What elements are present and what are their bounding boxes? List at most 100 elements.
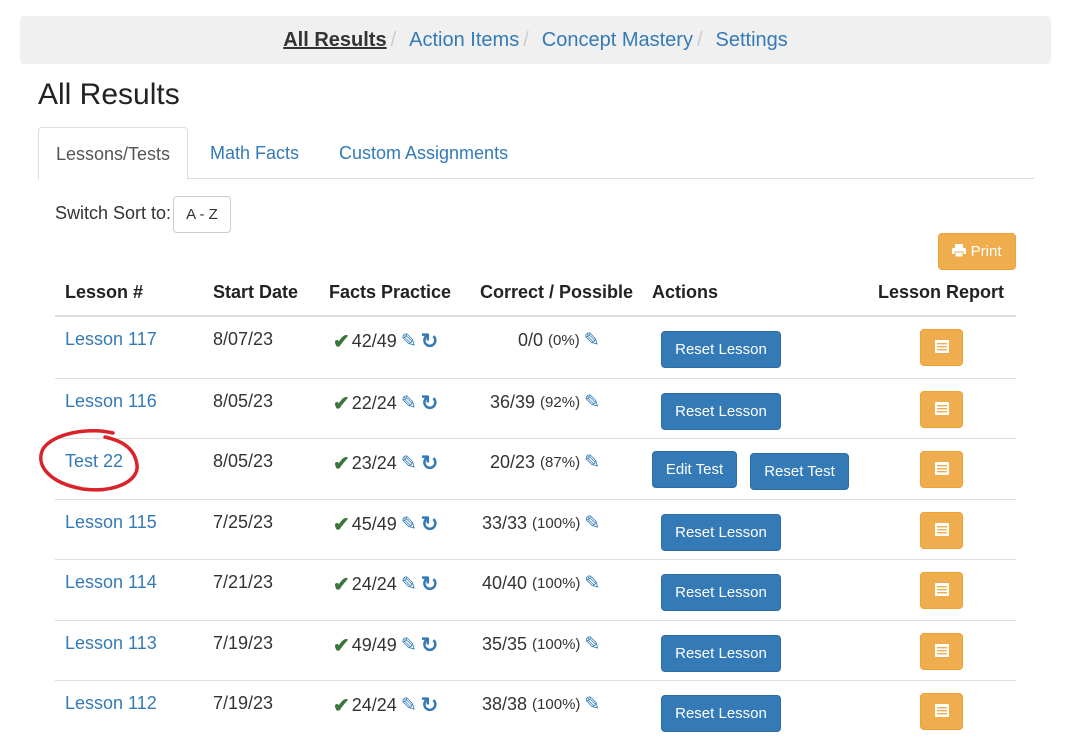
table-row: Lesson 117 8/07/23 ✔ 42/49 ✎ ↻ 0/0 (0%) ✎ Reset L… [55, 317, 1016, 378]
lesson-link[interactable]: Lesson 116 [65, 391, 157, 412]
facts-practice: ✔ 49/49 ✎ ↻ [333, 633, 438, 658]
facts-score: 24/24 [351, 574, 397, 594]
breadcrumb-separator: / [696, 28, 703, 51]
printer-icon [952, 243, 970, 260]
list-icon [934, 641, 949, 662]
pencil-icon[interactable]: ✎ [584, 693, 600, 716]
refresh-icon[interactable]: ↻ [421, 512, 439, 537]
pencil-icon[interactable]: ✎ [401, 513, 417, 536]
lesson-link[interactable]: Test 22 [65, 451, 123, 472]
breadcrumb-concept-mastery[interactable]: Concept Mastery [542, 29, 693, 52]
pencil-icon[interactable]: ✎ [401, 573, 417, 596]
facts-practice: ✔ 23/24 ✎ ↻ [333, 451, 438, 476]
breadcrumb-settings[interactable]: Settings [716, 29, 788, 52]
check-icon: ✔ [333, 634, 350, 657]
sort-label: Switch Sort to: [55, 203, 172, 223]
pencil-icon[interactable]: ✎ [584, 512, 600, 535]
facts-practice: ✔ 42/49 ✎ ↻ [333, 329, 438, 354]
pencil-icon[interactable]: ✎ [584, 329, 600, 352]
start-date: 8/05/23 [213, 451, 274, 471]
correct-possible: 38/38 (100%) ✎ [482, 693, 600, 716]
score-value: 38/38 [482, 694, 528, 714]
score-percent: (100%) [532, 514, 581, 532]
score-value: 20/23 [490, 452, 536, 472]
table-header: Lesson # Start Date Facts Practice Corre… [55, 270, 1016, 317]
pencil-icon[interactable]: ✎ [401, 452, 417, 475]
refresh-icon[interactable]: ↻ [421, 572, 439, 597]
facts-score: 45/49 [351, 513, 397, 534]
correct-possible: 0/0 (0%) ✎ [518, 329, 600, 352]
check-icon: ✔ [333, 695, 350, 717]
sort-az-button[interactable]: A - Z [173, 196, 231, 233]
facts-score: 24/24 [351, 695, 397, 715]
correct-possible: 33/33 (100%) ✎ [482, 512, 600, 535]
start-date: 7/21/23 [213, 572, 274, 592]
refresh-icon[interactable]: ↻ [421, 633, 439, 658]
score-percent: (0%) [548, 332, 580, 349]
start-date: 8/07/23 [213, 329, 274, 349]
lesson-link[interactable]: Lesson 112 [65, 693, 157, 714]
lesson-report-button[interactable] [920, 390, 963, 428]
lesson-link[interactable]: Lesson 114 [65, 572, 157, 593]
score-value: 35/35 [482, 633, 528, 654]
pencil-icon[interactable]: ✎ [401, 392, 417, 415]
refresh-icon[interactable]: ↻ [421, 451, 439, 476]
col-correct-possible: Correct / Possible [480, 282, 634, 302]
breadcrumb-separator: / [523, 28, 529, 51]
table-row: Lesson 112 7/19/23 ✔ 24/24 ✎ ↻ 38/38 (100%) ✎ Res… [55, 680, 1016, 741]
start-date: 7/19/23 [213, 693, 274, 713]
lesson-report-button[interactable] [920, 451, 963, 488]
tab-math-facts[interactable]: Math Facts [210, 127, 299, 179]
reset-lesson-button[interactable]: Reset Lesson [661, 513, 781, 551]
tab-lessons-tests[interactable]: Lessons/Tests [38, 127, 188, 180]
lesson-link[interactable]: Lesson 115 [65, 512, 157, 533]
pencil-icon[interactable]: ✎ [584, 572, 600, 595]
score-percent: (100%) [532, 635, 581, 653]
tab-custom-assignments[interactable]: Custom Assignments [339, 127, 508, 179]
lesson-link[interactable]: Lesson 117 [65, 329, 157, 350]
results-tabs: Lessons/Tests Math Facts Custom Assignme… [38, 127, 1034, 180]
refresh-icon[interactable]: ↻ [421, 693, 439, 718]
facts-practice: ✔ 45/49 ✎ ↻ [333, 512, 438, 537]
pencil-icon[interactable]: ✎ [401, 330, 417, 353]
lesson-report-button[interactable] [920, 693, 963, 730]
lesson-report-button[interactable] [920, 572, 963, 609]
score-percent: (92%) [540, 393, 581, 411]
breadcrumb-all-results[interactable]: All Results [283, 29, 386, 52]
pencil-icon[interactable]: ✎ [584, 391, 600, 414]
table-row: Lesson 113 7/19/23 ✔ 49/49 ✎ ↻ 35/35 (100%) ✎ Res… [55, 619, 1016, 681]
list-icon [934, 580, 949, 601]
col-actions: Actions [652, 282, 719, 302]
reset-lesson-button[interactable]: Reset Lesson [661, 634, 781, 672]
score-percent: (100%) [532, 575, 581, 592]
pencil-icon[interactable]: ✎ [584, 633, 600, 656]
facts-practice: ✔ 24/24 ✎ ↻ [333, 693, 438, 718]
facts-practice: ✔ 24/24 ✎ ↻ [333, 572, 438, 597]
check-icon: ✔ [333, 392, 350, 415]
reset-lesson-button[interactable]: Reset Lesson [661, 574, 781, 611]
breadcrumb-action-items[interactable]: Action Items [409, 29, 519, 52]
score-value: 33/33 [482, 512, 528, 533]
page-title: All Results [38, 78, 180, 111]
score-value: 40/40 [482, 573, 528, 593]
pencil-icon[interactable]: ✎ [584, 451, 600, 474]
facts-score: 49/49 [351, 634, 397, 655]
reset-test-button[interactable]: Reset Test [750, 453, 849, 490]
reset-lesson-button[interactable]: Reset Lesson [661, 331, 781, 368]
table-row: Lesson 114 7/21/23 ✔ 24/24 ✎ ↻ 40/40 (100%) ✎ Res… [55, 559, 1016, 620]
reset-lesson-button[interactable]: Reset Lesson [661, 392, 781, 430]
refresh-icon[interactable]: ↻ [421, 391, 439, 416]
breadcrumb-separator: / [390, 28, 397, 51]
lesson-report-button[interactable] [920, 329, 963, 366]
pencil-icon[interactable]: ✎ [401, 634, 417, 657]
facts-score: 23/24 [351, 453, 397, 473]
lesson-link[interactable]: Lesson 113 [65, 633, 157, 654]
edit-test-button[interactable]: Edit Test [652, 451, 737, 488]
print-button[interactable]: Print [938, 233, 1016, 270]
col-facts-practice: Facts Practice [329, 282, 452, 302]
lesson-report-button[interactable] [920, 511, 963, 549]
refresh-icon[interactable]: ↻ [421, 329, 439, 354]
reset-lesson-button[interactable]: Reset Lesson [661, 695, 781, 732]
pencil-icon[interactable]: ✎ [401, 694, 417, 717]
lesson-report-button[interactable] [920, 632, 963, 670]
